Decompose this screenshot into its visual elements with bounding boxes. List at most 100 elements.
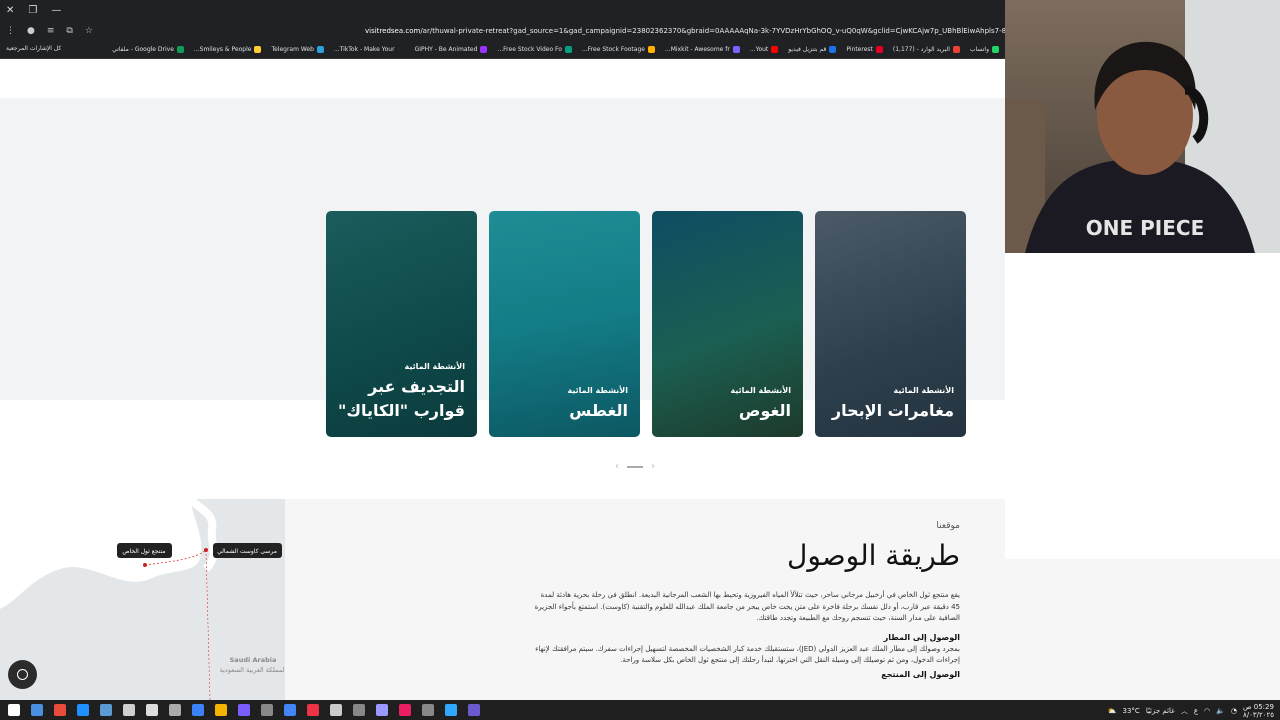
taskbar-app-icon[interactable] [422,704,434,716]
map[interactable]: منتجع ثول الخاص مرسى كاوست الشمالي Saudi… [0,495,287,700]
clock[interactable]: 05:29 ص ٨/٠٣/٢٠٢٥ [1243,703,1274,719]
browser-titlebar: ✕ ❐ — [0,0,1005,20]
resort-label: منتجع ثول الخاص [122,548,165,555]
bookmark-label: Smileys & People... [193,46,252,53]
clock-date: ٨/٠٣/٢٠٢٥ [1242,711,1274,719]
bookmark-label: البريد الوارد - (1,177) [892,46,950,53]
airport-text: بمجرد وصولك إلى مطار الملك عبد العزيز ال… [535,644,960,665]
country-label-en: Saudi Arabia [230,656,277,664]
minimize-icon[interactable]: — [51,5,61,16]
taskbar-app-icon[interactable] [468,704,480,716]
webcam-overlay: ONE PIECE [1005,0,1280,253]
card-text: الأنشطة المائية التجديف عبر قوارب "الكايا… [335,362,465,423]
location-intro: يقع منتجع ثول الخاص في أرخبيل مرجاني ساح… [534,591,960,622]
all-bookmarks-button[interactable]: كل الإشارات المرجعية [6,45,61,52]
section-heading: طريقة الوصول [787,539,960,572]
card-category: الأنشطة المائية [567,386,628,395]
country-label-ar: المملكة العربية السعودية [220,666,285,674]
notification-icon[interactable]: ◔ [1231,707,1237,715]
bookmark-item[interactable]: Free Stock Footage... [582,46,655,53]
weather-icon[interactable]: ⛅ [1108,707,1117,715]
taskbar-app-icon[interactable] [261,704,273,716]
chevron-left-icon[interactable]: ‹ [615,461,619,472]
bookmarks-bar: واتساب البريد الوارد - (1,177) Pinterest قم… [0,41,1005,59]
close-icon[interactable]: ✕ [6,5,14,16]
page-right-area-gray [1005,559,1280,700]
taskbar-app-icon[interactable] [353,704,365,716]
bookmark-favicon-icon [952,46,960,53]
taskbar-app-icon[interactable] [330,704,342,716]
pager-indicator [627,465,643,468]
airport-heading: الوصول إلى المطار [883,632,960,642]
bookmark-label: GIPHY - Be Animated [414,46,478,53]
clock-time: 05:29 ص [1243,703,1274,711]
bookmark-favicon-icon [829,46,837,53]
bookmark-item[interactable]: Telegram Web [271,46,324,53]
taskbar-app-icon[interactable] [238,704,250,716]
taskbar-app-icon[interactable] [77,704,89,716]
taskbar-app-icon[interactable] [192,704,204,716]
taskbar-app-icon[interactable] [215,704,227,716]
activity-card[interactable]: الأنشطة المائية مغامرات الإبحار [815,211,966,437]
bookmark-item[interactable]: واتساب [970,46,999,53]
port-pin-icon[interactable] [204,548,208,552]
card-category: الأنشطة المائية [404,362,465,371]
bookmark-item[interactable]: Mixkit - Awesome fr... [665,46,740,53]
card-text: الأنشطة المائية مغامرات الإبحار [832,386,954,423]
bookmark-item[interactable]: TikTok - Make Your... [334,46,405,53]
weather-text: غائم جزئيًا [1145,707,1175,715]
section-eyebrow: موقعنا [936,521,960,531]
bookmark-item[interactable]: قم بتنزيل فيديو [788,46,837,53]
taskbar-app-icon[interactable] [376,704,388,716]
bookmark-item[interactable]: Free Stock Video Fo... [497,46,572,53]
chat-button[interactable] [8,660,37,689]
card-title: التجديف عبر قوارب "الكاياك" [337,377,465,420]
wifi-icon[interactable]: ◠ [1204,707,1210,715]
card-title: الغوص [738,401,791,420]
language-icon[interactable]: ع [1194,707,1198,715]
bookmark-item[interactable]: البريد الوارد - (1,177) [893,46,960,53]
bookmark-item[interactable]: GIPHY - Be Animated [415,46,488,53]
taskbar-app-icon[interactable] [31,704,43,716]
bookmark-star-icon[interactable]: ☆ [85,26,93,36]
web-page: الأنشطة المائية مغامرات الإبحار الأنشطة ال… [0,60,1005,700]
bookmark-item[interactable]: Google Drive - ملفاتي [112,46,184,53]
bookmark-label: TikTok - Make Your... [333,46,395,53]
bookmark-favicon-icon [647,46,655,53]
carousel-pager: ‹ › [615,461,655,472]
share-icon[interactable]: ⧉ [66,26,72,36]
windows-taskbar: 05:29 ص ٨/٠٣/٢٠٢٥ ◔ 🔈 ◠ ع ︿ غائم جزئيًا 3… [0,700,1280,720]
extension-icon[interactable]: ≡ [47,26,55,36]
bookmark-item[interactable]: Pinterest [846,46,883,53]
url-field[interactable]: visitredsea.com/ar/thuwal-private-retrea… [110,22,1005,39]
bookmark-favicon-icon [992,46,999,53]
bookmark-label: Telegram Web [271,46,314,53]
taskbar-app-icon[interactable] [169,704,181,716]
taskbar-app-icon[interactable] [54,704,66,716]
bookmark-label: واتساب [969,46,989,53]
activity-card[interactable]: الأنشطة المائية الغطس [489,211,640,437]
taskbar-app-icon[interactable] [399,704,411,716]
taskbar-app-icon[interactable] [100,704,112,716]
taskbar-app-icon[interactable] [445,704,457,716]
address-bar: ⋮ ● ≡ ⧉ ☆ visitredsea.com/ar/thuwal-priv… [0,20,1005,41]
taskbar-app-icon[interactable] [123,704,135,716]
chevron-right-icon[interactable]: › [651,461,655,472]
bookmark-favicon-icon [254,46,262,53]
resort-pin-icon[interactable] [143,563,147,567]
bookmark-favicon-icon [397,46,405,53]
bookmark-item[interactable]: Yout... [750,46,779,53]
tray-up-chevron-icon[interactable]: ︿ [1181,706,1188,716]
profile-icon[interactable]: ● [27,26,35,36]
taskbar-app-icon[interactable] [307,704,319,716]
volume-icon[interactable]: 🔈 [1216,707,1225,715]
taskbar-app-icon[interactable] [146,704,158,716]
activity-card[interactable]: الأنشطة المائية التجديف عبر قوارب "الكايا… [326,211,477,437]
card-category: الأنشطة المائية [893,386,954,395]
taskbar-app-icon[interactable] [8,704,20,716]
bookmark-item[interactable]: Smileys & People... [194,46,262,53]
menu-dots-icon[interactable]: ⋮ [6,26,15,36]
taskbar-app-icon[interactable] [284,704,296,716]
restore-icon[interactable]: ❐ [28,5,37,16]
activity-card[interactable]: الأنشطة المائية الغوص [652,211,803,437]
